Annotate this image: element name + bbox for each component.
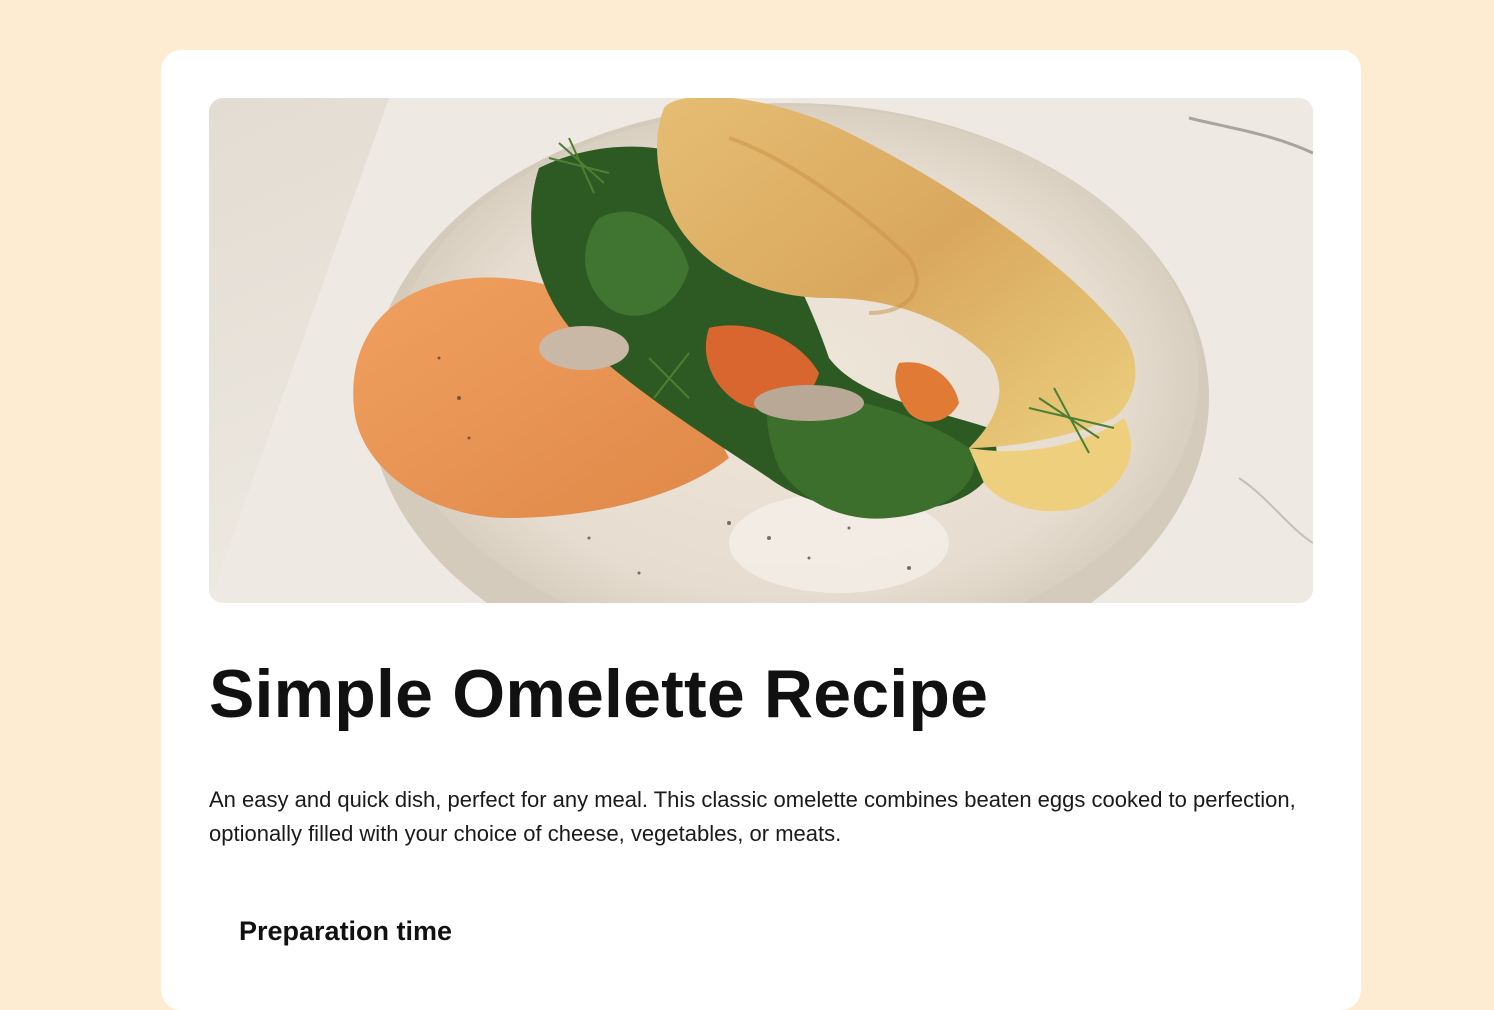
preparation-time-heading: Preparation time bbox=[239, 916, 453, 946]
hero-image bbox=[209, 98, 1313, 603]
recipe-description: An easy and quick dish, perfect for any … bbox=[209, 787, 1296, 846]
recipe-card: Simple Omelette Recipe An easy and quick… bbox=[161, 50, 1361, 1010]
omelette-photo bbox=[209, 98, 1313, 603]
recipe-title: Simple Omelette Recipe bbox=[209, 656, 989, 732]
